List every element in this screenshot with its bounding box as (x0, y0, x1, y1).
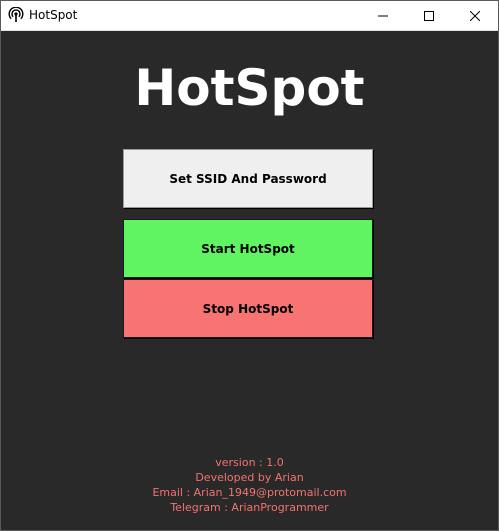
app-heading: HotSpot (134, 59, 365, 117)
minimize-button[interactable] (360, 1, 406, 30)
footer-info: version : 1.0 Developed by Arian Email :… (1, 455, 498, 515)
maximize-icon (424, 6, 434, 25)
hotspot-broadcast-icon (8, 6, 24, 23)
app-window: HotSpot HotSpot Set SSID And Password St… (0, 0, 499, 531)
maximize-button[interactable] (406, 1, 452, 30)
minimize-icon (378, 6, 388, 25)
version-text: version : 1.0 (215, 456, 284, 469)
start-hotspot-button[interactable]: Start HotSpot (123, 219, 373, 278)
set-ssid-password-button[interactable]: Set SSID And Password (123, 149, 373, 208)
stop-hotspot-button[interactable]: Stop HotSpot (123, 279, 373, 338)
close-button[interactable] (452, 1, 498, 30)
title-bar[interactable]: HotSpot (1, 1, 498, 31)
email-text: Email : Arian_1949@protomail.com (152, 486, 347, 499)
window-title: HotSpot (29, 8, 78, 22)
developer-text: Developed by Arian (195, 471, 304, 484)
telegram-text: Telegram : ArianProgrammer (170, 501, 329, 514)
close-icon (469, 6, 481, 25)
